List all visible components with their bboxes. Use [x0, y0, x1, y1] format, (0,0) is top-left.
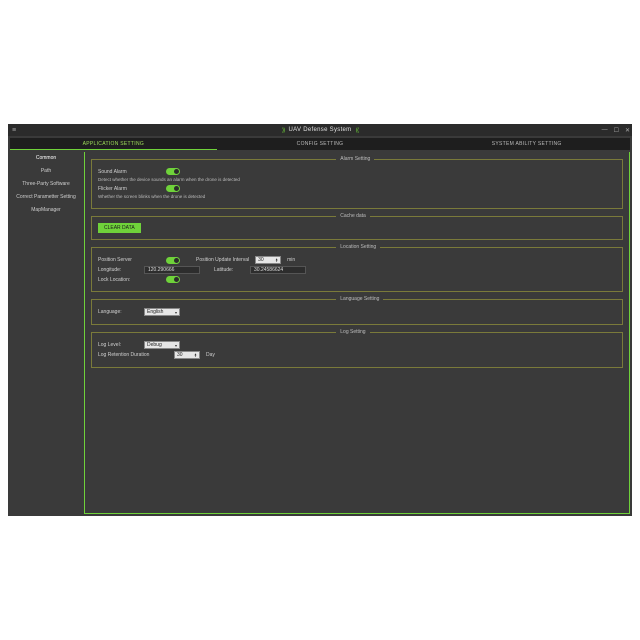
group-title-cache: Cache data — [336, 213, 370, 219]
group-title-log: Log Setting — [336, 329, 369, 335]
sidebar-item-three-party-software[interactable]: Three-Party Software — [10, 178, 82, 190]
tab-system-ability-setting[interactable]: SYSTEM ABILITY SETTING — [423, 138, 630, 150]
maximize-button[interactable]: ☐ — [614, 127, 619, 134]
group-title-location: Location Setting — [336, 244, 380, 250]
title-wrap: ⟩⟩ UAV Defense System ⟨⟨ — [282, 127, 358, 134]
desc-sound-alarm: Detect whether the device sounds an alar… — [98, 177, 616, 182]
group-cache-data: Cache data CLEAR DATA — [91, 213, 623, 240]
sidebar: Common Path Three-Party Software Correct… — [10, 152, 82, 514]
log-level-select-value: Debug — [147, 342, 162, 348]
language-select-value: English — [147, 309, 163, 315]
label-longitude: Longitude: — [98, 267, 138, 273]
tab-config-setting[interactable]: CONFIG SETTING — [217, 138, 424, 150]
group-language-setting: Language Setting Language: English ▾ — [91, 296, 623, 325]
language-select[interactable]: English ▾ — [144, 308, 180, 316]
unit-day: Day — [206, 352, 215, 358]
toggle-flicker-alarm[interactable] — [166, 185, 180, 192]
label-language: Language: — [98, 309, 138, 315]
hamburger-icon[interactable]: ≡ — [12, 127, 16, 134]
label-position-update-interval: Position Update Interval — [196, 257, 249, 263]
sidebar-item-path[interactable]: Path — [10, 165, 82, 177]
latitude-input[interactable] — [250, 266, 306, 274]
label-latitude: Latitude: — [214, 267, 244, 273]
sidebar-item-common[interactable]: Common — [10, 152, 82, 164]
label-log-retention: Log Retention Duration — [98, 352, 168, 358]
stepper-arrows-icon: ▲▼ — [275, 258, 278, 262]
group-alarm-setting: Alarm Setting Sound Alarm Detect whether… — [91, 156, 623, 209]
label-position-server: Position Server — [98, 257, 160, 263]
window-title: UAV Defense System — [289, 127, 352, 133]
label-sound-alarm: Sound Alarm — [98, 169, 160, 175]
tab-application-setting[interactable]: APPLICATION SETTING — [10, 138, 217, 150]
unit-min: min — [287, 257, 295, 263]
title-chevron-right-icon: ⟨⟨ — [355, 127, 358, 134]
group-log-setting: Log Setting Log Level: Debug ▾ Log Reten… — [91, 329, 623, 368]
label-flicker-alarm: Flicker Alarm — [98, 186, 160, 192]
clear-data-button[interactable]: CLEAR DATA — [98, 223, 141, 233]
chevron-down-icon: ▾ — [175, 310, 177, 315]
title-chevron-left-icon: ⟩⟩ — [282, 127, 285, 134]
group-location-setting: Location Setting Position Server Positio… — [91, 244, 623, 292]
desc-flicker-alarm: Whether the screen blinks when the drone… — [98, 194, 616, 199]
group-title-alarm: Alarm Setting — [336, 156, 374, 162]
app-window: ≡ ⟩⟩ UAV Defense System ⟨⟨ — ☐ ✕ APPLICA… — [8, 124, 632, 516]
log-retention-stepper[interactable]: 30 ▲▼ — [174, 351, 200, 359]
position-update-interval-stepper[interactable]: 30 ▲▼ — [255, 256, 281, 264]
label-log-level: Log Level: — [98, 342, 138, 348]
group-title-language: Language Setting — [336, 296, 383, 302]
longitude-input[interactable] — [144, 266, 200, 274]
label-lock-location: Lock Location: — [98, 277, 160, 283]
sidebar-item-correct-parametter-setting[interactable]: Correct Parametter Setting — [10, 191, 82, 203]
close-button[interactable]: ✕ — [625, 127, 630, 134]
minimize-button[interactable]: — — [602, 127, 608, 133]
log-level-select[interactable]: Debug ▾ — [144, 341, 180, 349]
chevron-down-icon: ▾ — [175, 343, 177, 348]
toggle-sound-alarm[interactable] — [166, 168, 180, 175]
log-retention-value: 30 — [177, 352, 183, 358]
toggle-position-server[interactable] — [166, 257, 180, 264]
position-update-interval-value: 30 — [258, 257, 264, 263]
toggle-lock-location[interactable] — [166, 276, 180, 283]
sidebar-item-mapmanager[interactable]: MapManager — [10, 204, 82, 216]
main-tabs: APPLICATION SETTING CONFIG SETTING SYSTE… — [10, 138, 630, 150]
titlebar: ≡ ⟩⟩ UAV Defense System ⟨⟨ — ☐ ✕ — [8, 124, 632, 136]
stepper-arrows-icon: ▲▼ — [194, 353, 197, 357]
content-pane: Alarm Setting Sound Alarm Detect whether… — [84, 152, 630, 514]
